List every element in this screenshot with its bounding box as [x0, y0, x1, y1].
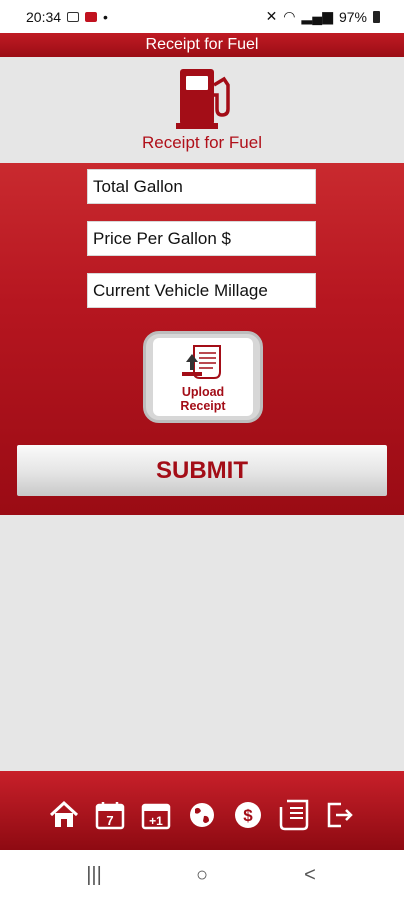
battery-icon: [373, 10, 380, 23]
page-title: Receipt for Fuel: [145, 36, 259, 53]
upload-label-line1: Upload: [181, 385, 225, 399]
status-bar: 20:34 • ✕ ◠ ▂▄▆ 97%: [0, 0, 404, 33]
nav-logout[interactable]: [323, 798, 357, 832]
plus-one-icon: +1: [141, 803, 171, 829]
receipt-icon: [279, 799, 309, 830]
logout-icon: [327, 802, 353, 827]
svg-text:$: $: [243, 806, 253, 825]
home-icon: [49, 800, 79, 827]
nav-calendar[interactable]: 7: [93, 798, 127, 832]
signal-icon: ▂▄▆: [301, 8, 333, 24]
wifi-icon: ◠: [283, 8, 296, 24]
upload-document-icon: [182, 345, 221, 379]
app-notification-icon: [85, 11, 98, 22]
nav-receipts[interactable]: [277, 798, 311, 832]
svg-text:7: 7: [106, 813, 113, 828]
status-right: ✕ ◠ ▂▄▆ 97%: [266, 8, 380, 25]
logo-area: Receipt for Fuel: [0, 57, 404, 163]
form-panel: Upload Receipt SUBMIT: [0, 163, 404, 515]
upload-receipt-card: Upload Receipt: [153, 338, 253, 416]
calendar-icon: 7: [95, 801, 125, 829]
system-nav-bar: ||| ○ <: [0, 850, 404, 900]
recent-apps-button[interactable]: |||: [74, 864, 114, 887]
system-home-button[interactable]: ○: [182, 864, 222, 887]
submit-button[interactable]: SUBMIT: [17, 445, 387, 496]
vehicle-millage-input[interactable]: [87, 273, 316, 308]
dollar-icon: $: [235, 801, 261, 828]
mute-icon: ✕: [265, 8, 278, 24]
upload-label-line2: Receipt: [180, 399, 226, 413]
nav-globe[interactable]: [185, 798, 219, 832]
status-time: 20:34: [26, 8, 62, 25]
bottom-nav: 7 +1 $: [0, 771, 404, 850]
system-back-button[interactable]: <: [290, 864, 330, 887]
app-title-bar: Receipt for Fuel: [0, 33, 404, 57]
nav-home[interactable]: [47, 798, 81, 832]
logo-caption: Receipt for Fuel: [142, 133, 262, 152]
notification-icon: [67, 11, 80, 22]
status-left: 20:34 •: [26, 9, 108, 25]
svg-text:+1: +1: [149, 814, 163, 828]
price-per-gallon-input[interactable]: [87, 221, 316, 256]
fuel-pump-icon: [176, 69, 230, 129]
nav-payments[interactable]: $: [231, 798, 265, 832]
total-gallon-input[interactable]: [87, 169, 316, 204]
nav-add-day[interactable]: +1: [139, 798, 173, 832]
battery-text: 97%: [338, 8, 367, 25]
upload-receipt-button[interactable]: Upload Receipt: [143, 331, 263, 423]
more-notifications-icon: •: [103, 8, 108, 25]
globe-icon: [190, 802, 214, 827]
